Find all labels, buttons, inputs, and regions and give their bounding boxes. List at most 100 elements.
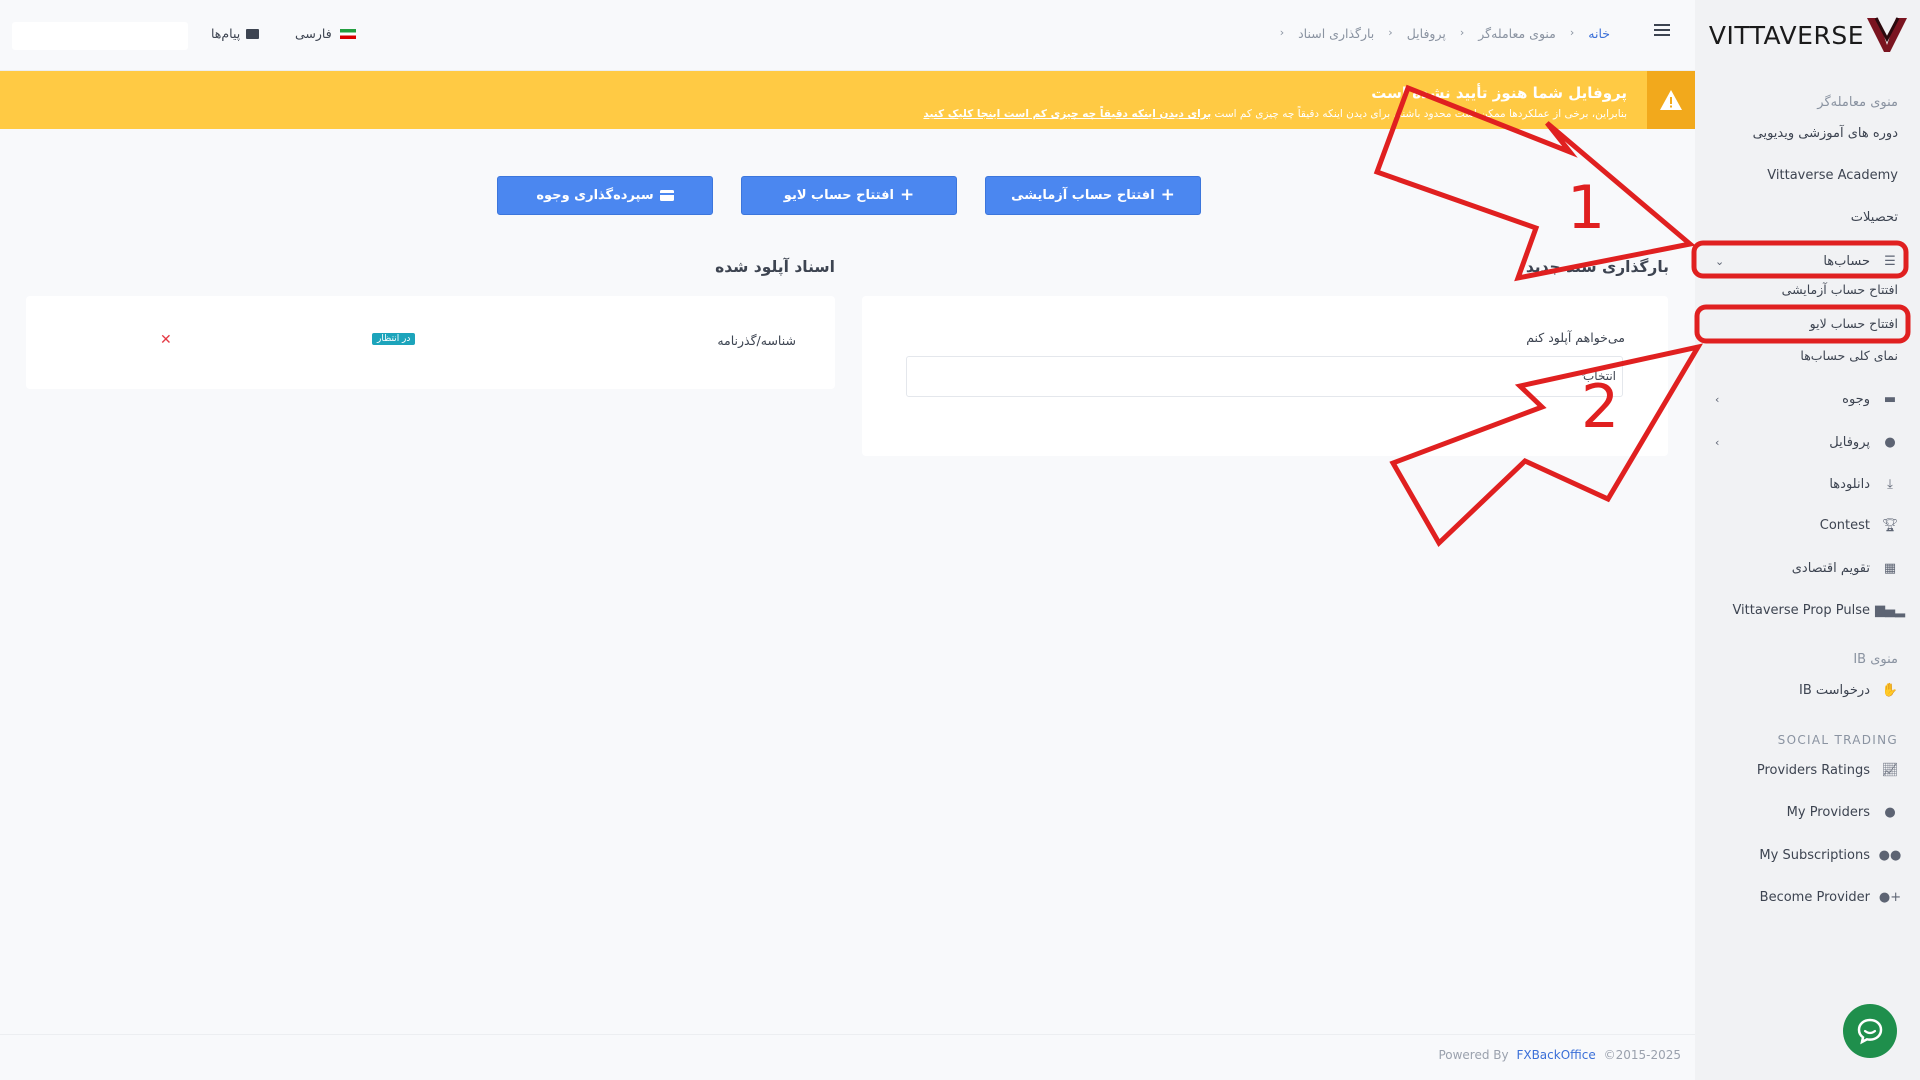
wallet-icon: ▬ (1883, 391, 1897, 407)
sidebar-item-label: Vittaverse Prop Pulse (1732, 602, 1870, 618)
breadcrumb-separator: ‹ (1459, 26, 1465, 39)
deposit-funds-button[interactable]: سپرده‌گذاری وجوه (497, 176, 713, 215)
handshake-icon: ✋ (1881, 682, 1899, 698)
credit-card-icon (659, 190, 674, 201)
sidebar-item-label: Become Provider (1759, 889, 1870, 905)
sidebar-item-contest[interactable]: 🏆︎ Contest (1695, 510, 1920, 540)
uploaded-docs-card (26, 296, 835, 389)
document-type-select[interactable]: انتخاب ﹀ (906, 356, 1623, 397)
envelope-icon (246, 28, 260, 39)
messages-label: پیام‌ها (211, 26, 241, 41)
deposit-funds-label: سپرده‌گذاری وجوه (536, 188, 654, 203)
sidebar-item-become-provider[interactable]: +● Become Provider (1695, 882, 1920, 912)
breadcrumb: خانه ‹ منوی معامله‌گر ‹ پروفایل ‹ بارگذا… (1280, 26, 1610, 41)
sidebar-item-label: دانلودها (1829, 476, 1870, 492)
banner-desc-text: بنابراین، برخی از عملکردها ممکن است محدو… (1214, 108, 1627, 120)
sidebar-item-label: Vittaverse Academy (1767, 167, 1898, 183)
sidebar-item-downloads[interactable]: ⤓ دانلودها (1695, 469, 1920, 499)
sidebar-item-economic-calendar[interactable]: ▦ تقویم اقتصادی (1695, 553, 1920, 583)
banner-link[interactable]: برای دیدن اینکه دقیقاً چه چیزی کم است ای… (923, 108, 1211, 120)
footer-copyright: ©2015-2025 (1603, 1048, 1681, 1062)
footer-text: Powered By FXBackOffice ©2015-2025 (1438, 1048, 1681, 1062)
sidebar-item-label: Providers Ratings (1756, 762, 1870, 778)
upload-field-label: می‌خواهم آپلود کنم (1526, 330, 1625, 345)
sidebar-sub-open-demo[interactable]: افتتاح حساب آزمایشی (1695, 276, 1920, 302)
live-chat-button[interactable] (1843, 1004, 1897, 1058)
sidebar-item-label: My Subscriptions (1759, 847, 1870, 863)
sidebar-item-label: نمای کلی حساب‌ها (1800, 347, 1898, 363)
sidebar-item-video-courses[interactable]: دوره های آموزشی ویدیویی (1695, 118, 1920, 148)
sidebar-item-label: دوره های آموزشی ویدیویی (1752, 125, 1898, 141)
breadcrumb-separator: ‹ (1569, 26, 1575, 39)
sidebar-section-social: SOCIAL TRADING (1777, 733, 1898, 747)
brand-logo[interactable]: VITTAVERSE (1695, 0, 1920, 70)
status-badge: در انتظار (372, 333, 416, 345)
chat-bubble-icon (1857, 1018, 1883, 1045)
sidebar-item-funds[interactable]: ▬ وجوه › (1695, 384, 1920, 414)
profile-warning-banner: پروفایل شما هنوز تأیید نشده است بنابراین… (0, 71, 1695, 129)
open-live-account-button[interactable]: افتتاح حساب لایو + (741, 176, 957, 215)
user-icon: ● (1884, 434, 1896, 450)
calendar-icon: ▦ (1883, 560, 1897, 576)
iran-flag-icon (339, 28, 356, 39)
top-search-box[interactable] (12, 22, 188, 50)
sidebar-item-profile[interactable]: ● پروفایل › (1695, 427, 1920, 457)
annotation-label-1: 1 (1567, 173, 1606, 243)
footer-powered: Powered By (1438, 1048, 1509, 1062)
warning-icon (1647, 71, 1695, 129)
sidebar-item-label: My Providers (1786, 804, 1870, 820)
sidebar-item-label: تقویم اقتصادی (1791, 560, 1870, 576)
chevron-left-icon: › (1715, 435, 1720, 449)
uploaded-docs-heading: اسناد آپلود شده (715, 258, 835, 276)
plus-icon: + (899, 185, 915, 205)
breadcrumb-separator: ‹ (1388, 26, 1393, 39)
delete-doc-icon[interactable]: ✕ (160, 332, 172, 348)
breadcrumb-separator: ‹ (1279, 26, 1285, 39)
trophy-icon: 🏆︎ (1881, 517, 1899, 533)
menu-toggle-icon[interactable] (1654, 24, 1670, 38)
breadcrumb-home[interactable]: خانه (1588, 26, 1610, 41)
language-selector[interactable]: فارسی (295, 26, 356, 41)
messages-link[interactable]: پیام‌ها (211, 26, 260, 41)
sidebar-item-ib-request[interactable]: ✋ درخواست IB (1695, 675, 1920, 705)
open-demo-account-button[interactable]: افتتاح حساب آزمایشی + (985, 176, 1201, 215)
breadcrumb-upload-docs: بارگذاری اسناد (1298, 26, 1375, 41)
sidebar-item-label: درخواست IB (1799, 682, 1870, 698)
sidebar-item-accounts[interactable]: ☰ حساب‌ها ⌄ (1695, 246, 1920, 276)
breadcrumb-profile[interactable]: پروفایل (1407, 26, 1446, 41)
user-plus-icon: +● (1878, 889, 1902, 905)
sidebar-item-label: افتتاح حساب لایو (1809, 315, 1898, 331)
sidebar-item-label: حساب‌ها (1823, 253, 1870, 269)
banner-description: بنابراین، برخی از عملکردها ممکن است محدو… (923, 108, 1627, 120)
annotation-overlay (1373, 84, 1911, 548)
upload-new-doc-heading: بارگذاری سند جدید (1525, 258, 1669, 276)
list-icon: ☰ (1884, 253, 1896, 269)
footer: Powered By FXBackOffice ©2015-2025 (0, 1034, 1695, 1080)
sidebar-item-my-subscriptions[interactable]: ●● My Subscriptions (1695, 840, 1920, 870)
sidebar-item-label: تحصیلات (1850, 209, 1898, 225)
sidebar-item-my-providers[interactable]: ● My Providers (1695, 797, 1920, 827)
annotation-label-2: 2 (1581, 372, 1620, 442)
open-live-account-label: افتتاح حساب لایو (783, 188, 894, 203)
open-demo-account-label: افتتاح حساب آزمایشی (1011, 188, 1155, 203)
signal-icon: ▂▄▆ (1875, 602, 1905, 618)
top-bar: خانه ‹ منوی معامله‌گر ‹ پروفایل ‹ بارگذا… (0, 0, 1695, 71)
vittaverse-logo-icon (1866, 17, 1908, 53)
sidebar-sub-accounts-overview[interactable]: نمای کلی حساب‌ها (1695, 342, 1920, 368)
sidebar-item-academy[interactable]: Vittaverse Academy (1695, 160, 1920, 190)
sidebar-item-label: افتتاح حساب آزمایشی (1781, 281, 1898, 297)
user-tie-icon: ● (1884, 804, 1896, 820)
sidebar-item-label: Contest (1819, 517, 1870, 533)
uploaded-doc-name: شناسه/گذرنامه (717, 333, 796, 348)
sidebar-sub-open-live[interactable]: افتتاح حساب لایو (1695, 310, 1920, 336)
sidebar-section-ib: منوی IB (1853, 652, 1898, 667)
sidebar-item-prop-pulse[interactable]: ▂▄▆ Vittaverse Prop Pulse (1695, 595, 1920, 625)
sidebar-item-label: پروفایل (1829, 434, 1870, 450)
sidebar-item-label: وجوه (1842, 391, 1870, 407)
footer-company-link[interactable]: FXBackOffice (1516, 1048, 1595, 1062)
breadcrumb-trader-menu[interactable]: منوی معامله‌گر (1478, 26, 1556, 41)
sidebar-item-providers-ratings[interactable]: 📈︎ Providers Ratings (1695, 755, 1920, 785)
chevron-left-icon: › (1715, 392, 1720, 406)
sidebar: VITTAVERSE منوی معامله‌گر دوره های آموزش… (1695, 0, 1920, 1080)
sidebar-item-education[interactable]: تحصیلات (1695, 202, 1920, 232)
